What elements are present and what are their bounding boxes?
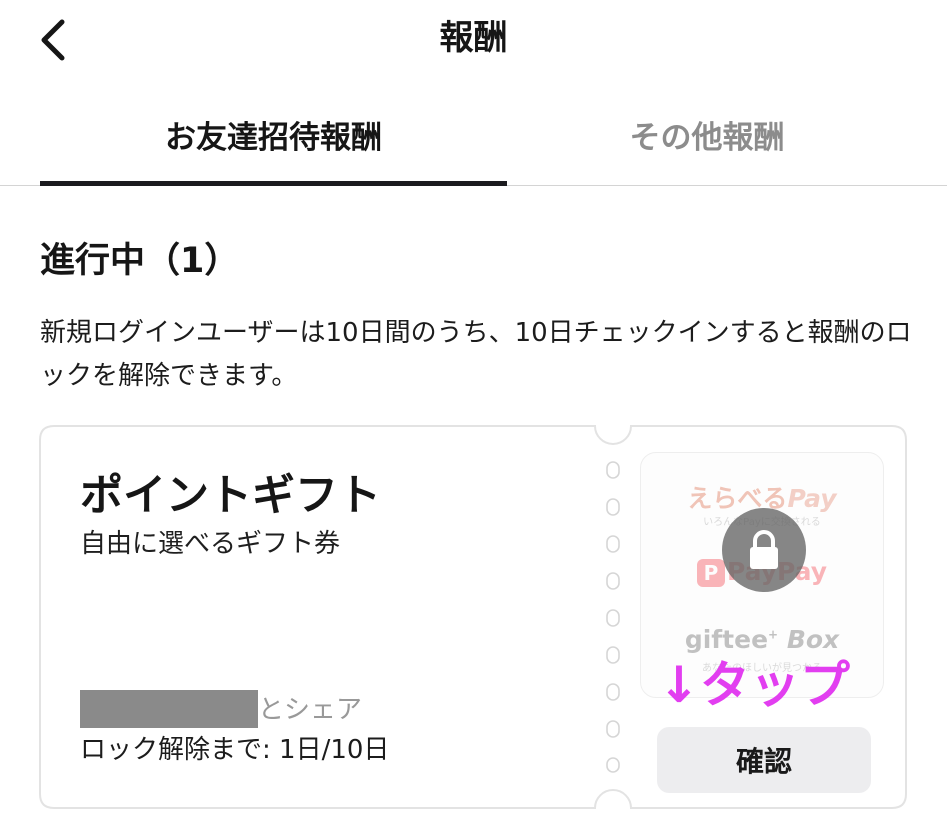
confirm-button[interactable]: 確認 <box>657 727 871 793</box>
tap-annotation: ↓タップ <box>658 656 850 714</box>
gift-name: ポイントギフト <box>80 471 381 521</box>
gift-subtitle: 自由に選べるギフト券 <box>80 529 341 559</box>
section-description: 新規ログインユーザーは10日間のうち、10日チェックインすると報酬のロックを解除… <box>40 318 912 391</box>
page-title: 報酬 <box>439 18 508 58</box>
active-tab-indicator <box>40 181 507 186</box>
lock-badge <box>722 508 806 592</box>
ticket-perforation <box>606 461 620 773</box>
tab-other-rewards[interactable]: その他報酬 <box>507 112 907 168</box>
lock-icon <box>750 530 778 569</box>
section-title: 進行中（1） <box>40 241 240 281</box>
tab-friend-invite-rewards[interactable]: お友達招待報酬 <box>40 112 507 168</box>
share-text: とシェア <box>258 695 363 725</box>
unlock-progress: ロック解除まで: 1日/10日 <box>80 735 390 765</box>
redacted-username <box>80 690 258 728</box>
